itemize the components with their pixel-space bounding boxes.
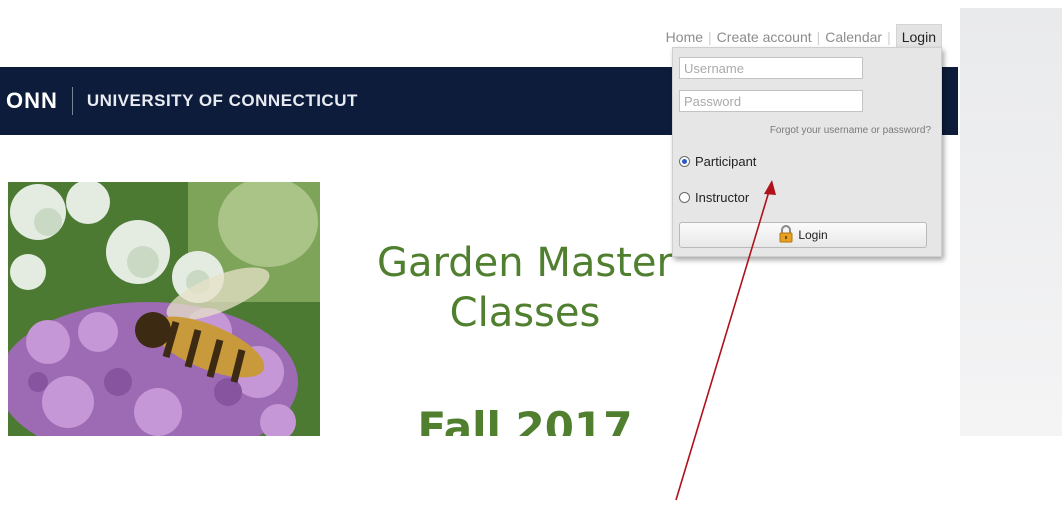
arrow-annotation (675, 180, 776, 501)
